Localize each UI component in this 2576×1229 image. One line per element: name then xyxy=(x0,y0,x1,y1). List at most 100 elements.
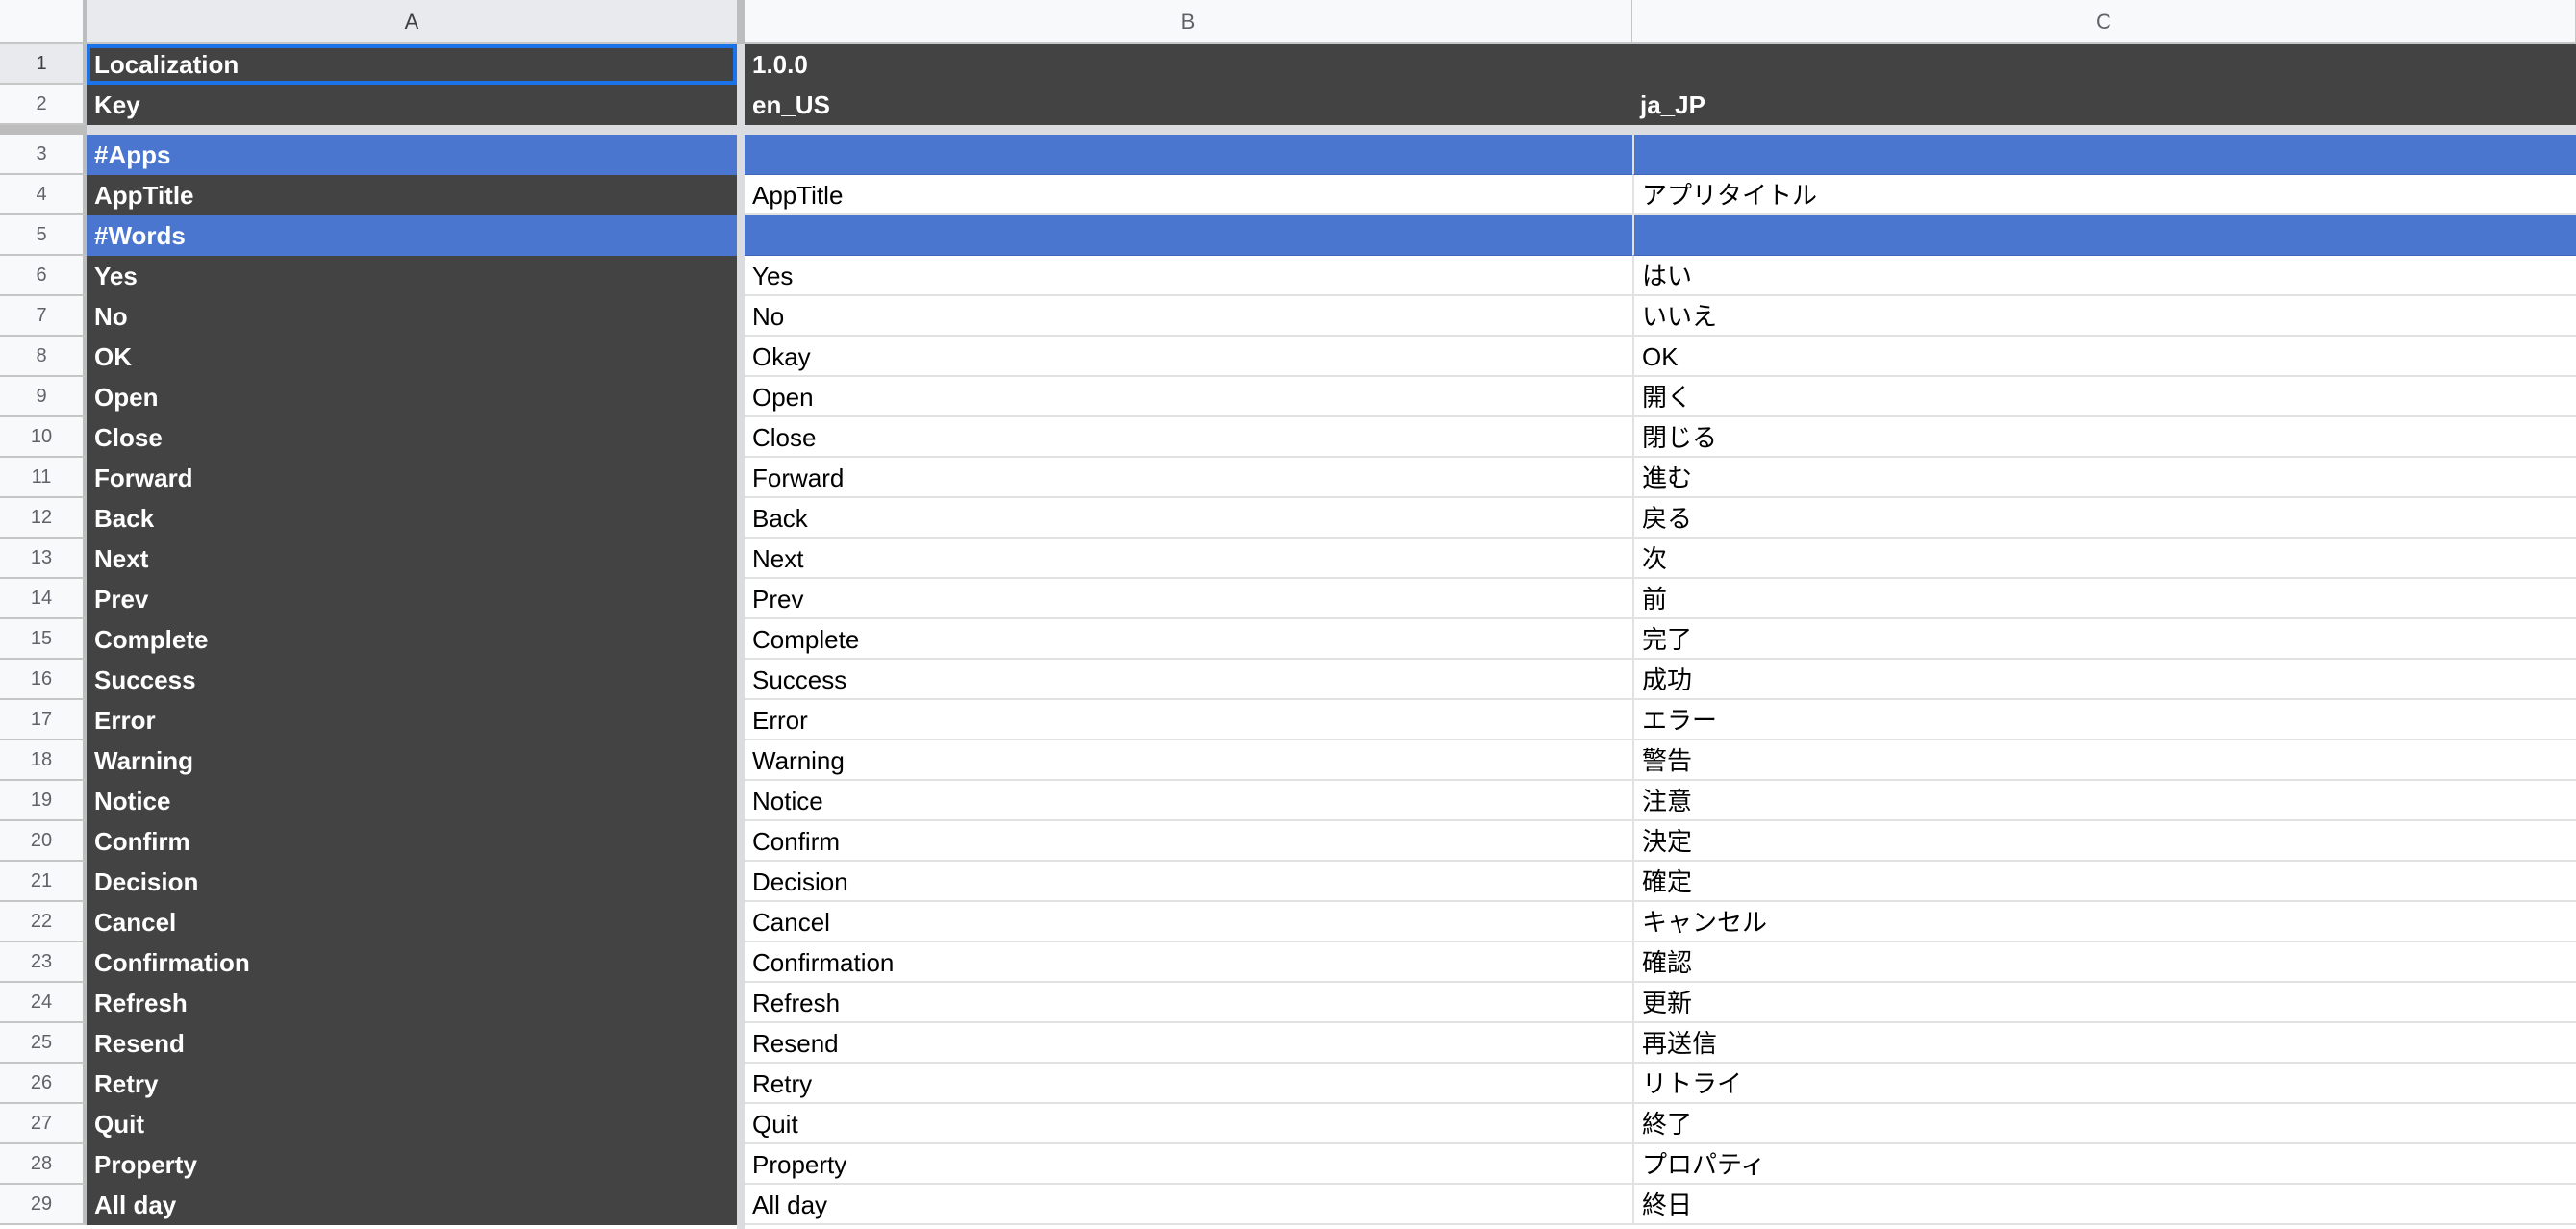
cell-b2[interactable]: en_US xyxy=(745,85,1632,125)
row-header[interactable]: 24 xyxy=(0,983,87,1023)
cell-a25[interactable]: Resend xyxy=(87,1023,737,1064)
cell-c18[interactable]: 警告 xyxy=(1632,740,2576,781)
row-header[interactable]: 20 xyxy=(0,821,87,862)
row-header[interactable]: 11 xyxy=(0,458,87,498)
row-header[interactable]: 17 xyxy=(0,700,87,740)
cell-c9[interactable]: 開く xyxy=(1632,377,2576,417)
cell-a24[interactable]: Refresh xyxy=(87,983,737,1023)
cell-a21[interactable]: Decision xyxy=(87,862,737,902)
cell-a10[interactable]: Close xyxy=(87,417,737,458)
cell-a2[interactable]: Key xyxy=(87,85,737,125)
cell-b8[interactable]: Okay xyxy=(745,337,1632,377)
cell-b10[interactable]: Close xyxy=(745,417,1632,458)
cell-a13[interactable]: Next xyxy=(87,539,737,579)
frozen-row-handle[interactable] xyxy=(0,125,87,135)
cell-a8[interactable]: OK xyxy=(87,337,737,377)
cell-b21[interactable]: Decision xyxy=(745,862,1632,902)
row-header[interactable]: 13 xyxy=(0,539,87,579)
cell-c10[interactable]: 閉じる xyxy=(1632,417,2576,458)
cell-c8[interactable]: OK xyxy=(1632,337,2576,377)
cell-b26[interactable]: Retry xyxy=(745,1064,1632,1104)
row-header[interactable]: 9 xyxy=(0,377,87,417)
cell-b16[interactable]: Success xyxy=(745,660,1632,700)
cell-b14[interactable]: Prev xyxy=(745,579,1632,619)
cell-b19[interactable]: Notice xyxy=(745,781,1632,821)
cell-c16[interactable]: 成功 xyxy=(1632,660,2576,700)
row-header[interactable]: 2 xyxy=(0,85,87,125)
cell-a20[interactable]: Confirm xyxy=(87,821,737,862)
cell-b11[interactable]: Forward xyxy=(745,458,1632,498)
column-header-a[interactable]: A xyxy=(87,0,737,44)
frozen-column-handle[interactable] xyxy=(737,0,745,44)
cell-b13[interactable]: Next xyxy=(745,539,1632,579)
cell-b5[interactable] xyxy=(745,215,1632,256)
cell-c22[interactable]: キャンセル xyxy=(1632,902,2576,942)
row-header[interactable]: 14 xyxy=(0,579,87,619)
cell-c1[interactable] xyxy=(1632,44,2576,85)
cell-c4[interactable]: アプリタイトル xyxy=(1632,175,2576,215)
cell-a7[interactable]: No xyxy=(87,296,737,337)
cell-c26[interactable]: リトライ xyxy=(1632,1064,2576,1104)
cell-b7[interactable]: No xyxy=(745,296,1632,337)
cell-b15[interactable]: Complete xyxy=(745,619,1632,660)
cell-c17[interactable]: エラー xyxy=(1632,700,2576,740)
cell-c23[interactable]: 確認 xyxy=(1632,942,2576,983)
row-header[interactable]: 22 xyxy=(0,902,87,942)
cell-b20[interactable]: Confirm xyxy=(745,821,1632,862)
row-header[interactable]: 25 xyxy=(0,1023,87,1064)
cell-c21[interactable]: 確定 xyxy=(1632,862,2576,902)
row-header[interactable]: 6 xyxy=(0,256,87,296)
cell-a6[interactable]: Yes xyxy=(87,256,737,296)
cell-a26[interactable]: Retry xyxy=(87,1064,737,1104)
select-all-corner[interactable] xyxy=(0,0,87,44)
cell-c3[interactable] xyxy=(1632,135,2576,175)
cell-b18[interactable]: Warning xyxy=(745,740,1632,781)
cell-b25[interactable]: Resend xyxy=(745,1023,1632,1064)
row-header[interactable]: 7 xyxy=(0,296,87,337)
cell-b4[interactable]: AppTitle xyxy=(745,175,1632,215)
cell-b22[interactable]: Cancel xyxy=(745,902,1632,942)
cell-b12[interactable]: Back xyxy=(745,498,1632,539)
row-header[interactable]: 8 xyxy=(0,337,87,377)
cell-c13[interactable]: 次 xyxy=(1632,539,2576,579)
cell-a4[interactable]: AppTitle xyxy=(87,175,737,215)
cell-b29[interactable]: All day xyxy=(745,1185,1632,1225)
cell-c5[interactable] xyxy=(1632,215,2576,256)
row-header[interactable]: 18 xyxy=(0,740,87,781)
cell-b1[interactable]: 1.0.0 xyxy=(745,44,1632,85)
cell-a22[interactable]: Cancel xyxy=(87,902,737,942)
row-header[interactable]: 19 xyxy=(0,781,87,821)
cell-a28[interactable]: Property xyxy=(87,1144,737,1185)
cell-a12[interactable]: Back xyxy=(87,498,737,539)
cell-b27[interactable]: Quit xyxy=(745,1104,1632,1144)
cell-b28[interactable]: Property xyxy=(745,1144,1632,1185)
column-header-c[interactable]: C xyxy=(1632,0,2576,44)
cell-a18[interactable]: Warning xyxy=(87,740,737,781)
row-header[interactable]: 27 xyxy=(0,1104,87,1144)
cell-b23[interactable]: Confirmation xyxy=(745,942,1632,983)
frozen-row-divider[interactable] xyxy=(87,125,2576,135)
cell-a17[interactable]: Error xyxy=(87,700,737,740)
cell-c12[interactable]: 戻る xyxy=(1632,498,2576,539)
cell-a9[interactable]: Open xyxy=(87,377,737,417)
cell-c24[interactable]: 更新 xyxy=(1632,983,2576,1023)
row-header[interactable]: 23 xyxy=(0,942,87,983)
cell-c27[interactable]: 終了 xyxy=(1632,1104,2576,1144)
cell-c14[interactable]: 前 xyxy=(1632,579,2576,619)
cell-b17[interactable]: Error xyxy=(745,700,1632,740)
cell-c6[interactable]: はい xyxy=(1632,256,2576,296)
cell-b9[interactable]: Open xyxy=(745,377,1632,417)
column-header-b[interactable]: B xyxy=(745,0,1632,44)
row-header[interactable]: 28 xyxy=(0,1144,87,1185)
row-header[interactable]: 16 xyxy=(0,660,87,700)
row-header[interactable]: 26 xyxy=(0,1064,87,1104)
row-header[interactable]: 4 xyxy=(0,175,87,215)
cell-a15[interactable]: Complete xyxy=(87,619,737,660)
cell-c25[interactable]: 再送信 xyxy=(1632,1023,2576,1064)
cell-a11[interactable]: Forward xyxy=(87,458,737,498)
cell-c15[interactable]: 完了 xyxy=(1632,619,2576,660)
row-header[interactable]: 29 xyxy=(0,1185,87,1225)
cell-a1[interactable]: Localization xyxy=(87,44,737,85)
row-header[interactable]: 10 xyxy=(0,417,87,458)
cell-c11[interactable]: 進む xyxy=(1632,458,2576,498)
